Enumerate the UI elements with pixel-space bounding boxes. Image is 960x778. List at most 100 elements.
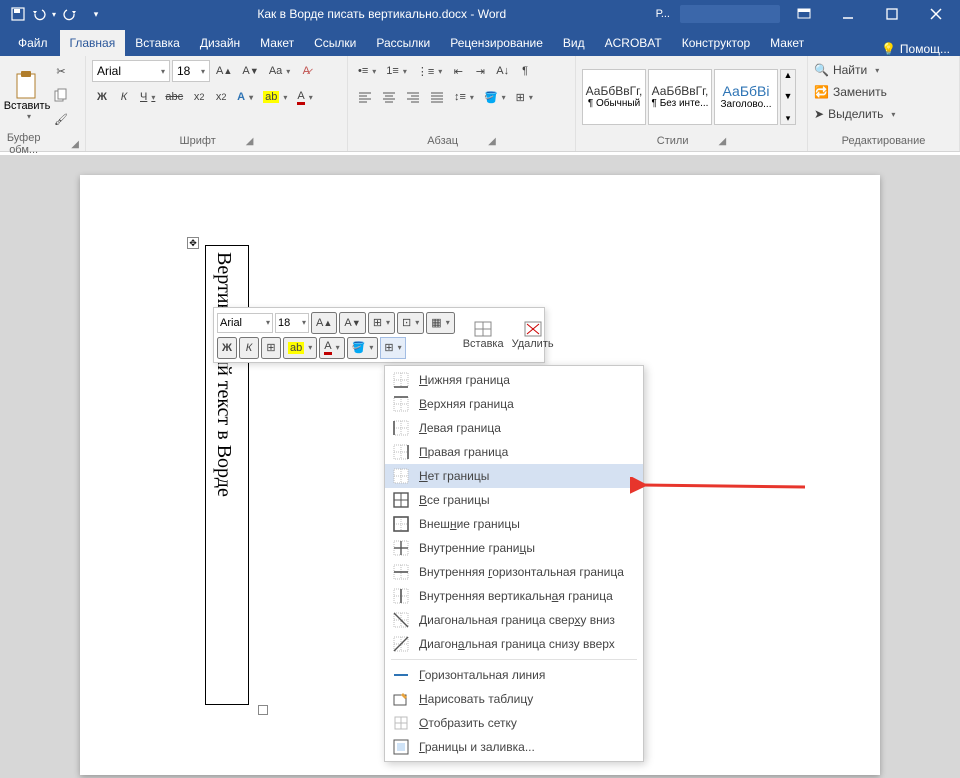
minimize-button[interactable] [828, 0, 868, 28]
highlight-button[interactable]: ab▾ [259, 86, 291, 108]
undo-button[interactable]: ▾ [32, 2, 56, 26]
shading-button[interactable]: 🪣▾ [480, 86, 510, 108]
mini-bold[interactable]: Ж [217, 337, 237, 359]
styles-gallery-scroll[interactable]: ▲▼▾ [780, 69, 796, 125]
grow-font-button[interactable]: A▲ [212, 60, 236, 82]
mini-styles[interactable]: ▦▾ [426, 312, 454, 334]
redo-button[interactable] [58, 2, 82, 26]
tab-рецензирование[interactable]: Рецензирование [440, 30, 553, 56]
clipboard-dialog-launcher[interactable]: ◢ [71, 139, 79, 150]
clear-format-button[interactable]: A̷ [296, 60, 316, 82]
save-button[interactable] [6, 2, 30, 26]
mini-size-combo[interactable]: 18▾ [275, 313, 309, 333]
subscript-button[interactable]: x2 [189, 86, 209, 108]
border-menu-all[interactable]: Все границы [385, 488, 643, 512]
maximize-button[interactable] [872, 0, 912, 28]
text-effects-button[interactable]: A▾ [233, 86, 257, 108]
font-color-button[interactable]: A▾ [293, 86, 316, 108]
copy-button[interactable] [50, 84, 72, 106]
mini-cell-align[interactable]: ⊞▾ [368, 312, 395, 334]
mini-insert[interactable]: Вставка [459, 311, 508, 359]
tab-вид[interactable]: Вид [553, 30, 595, 56]
style-normal[interactable]: АаБбВвГг,¶ Обычный [582, 69, 646, 125]
borders-button[interactable]: ⊞▾ [512, 86, 537, 108]
tab-макет[interactable]: Макет [250, 30, 304, 56]
border-menu-dialog[interactable]: Границы и заливка... [385, 735, 643, 759]
align-right-button[interactable] [402, 86, 424, 108]
border-menu-grid[interactable]: Отобразить сетку [385, 711, 643, 735]
border-menu-hline[interactable]: Горизонтальная линия [385, 663, 643, 687]
border-menu-draw[interactable]: Нарисовать таблицу [385, 687, 643, 711]
border-menu-diagDown[interactable]: Диагональная граница сверху вниз [385, 608, 643, 632]
font-dialog-launcher[interactable]: ◢ [246, 136, 254, 147]
justify-button[interactable] [426, 86, 448, 108]
font-size-combo[interactable]: 18▾ [172, 60, 210, 82]
format-painter-button[interactable]: 🖌 [50, 108, 72, 130]
align-left-button[interactable] [354, 86, 376, 108]
increase-indent-button[interactable]: ⇥ [470, 60, 490, 82]
find-button[interactable]: 🔍Найти▾ [814, 60, 879, 80]
change-case-button[interactable]: Aa▾ [265, 60, 294, 82]
style-heading1[interactable]: АаБбВіЗаголово... [714, 69, 778, 125]
tab-ссылки[interactable]: Ссылки [304, 30, 366, 56]
tab-вставка[interactable]: Вставка [125, 30, 190, 56]
qat-customize[interactable]: ▾ [84, 2, 108, 26]
tell-me[interactable]: 💡 Помощ... [871, 42, 960, 56]
border-menu-right[interactable]: Правая граница [385, 440, 643, 464]
mini-italic[interactable]: К [239, 337, 259, 359]
border-menu-none[interactable]: Нет границы [385, 464, 643, 488]
shrink-font-button[interactable]: A▼ [238, 60, 262, 82]
close-button[interactable] [916, 0, 956, 28]
multilevel-button[interactable]: ⋮≡▾ [413, 60, 446, 82]
paragraph-dialog-launcher[interactable]: ◢ [488, 136, 496, 147]
mini-borders[interactable]: ⊞▾ [380, 337, 405, 359]
file-tab[interactable]: Файл [6, 30, 60, 56]
mini-cell-margins[interactable]: ⊞ [261, 337, 281, 359]
border-menu-inner[interactable]: Внутренние границы [385, 536, 643, 560]
tab-макет[interactable]: Макет [760, 30, 814, 56]
border-menu-diagUp[interactable]: Диагональная граница снизу вверх [385, 632, 643, 656]
sort-button[interactable]: A↓ [492, 60, 513, 82]
table-resize-handle[interactable] [258, 705, 268, 715]
underline-button[interactable]: Ч▾ [136, 86, 159, 108]
mini-shading[interactable]: 🪣▾ [347, 337, 379, 359]
line-spacing-button[interactable]: ↕≡▾ [450, 86, 478, 108]
italic-button[interactable]: К [114, 86, 134, 108]
border-menu-innerH[interactable]: Внутренняя горизонтальная граница [385, 560, 643, 584]
border-menu-innerV[interactable]: Внутренняя вертикальная граница [385, 584, 643, 608]
align-center-button[interactable] [378, 86, 400, 108]
mini-font-color[interactable]: A▾ [319, 337, 344, 359]
mini-grow-font[interactable]: A▲ [311, 312, 337, 334]
mini-highlight[interactable]: ab▾ [283, 337, 317, 359]
tab-рассылки[interactable]: Рассылки [366, 30, 440, 56]
bullets-button[interactable]: •≡▾ [354, 60, 380, 82]
table-move-handle[interactable]: ✥ [187, 237, 199, 249]
border-menu-bottom[interactable]: Нижняя граница [385, 368, 643, 392]
tab-конструктор[interactable]: Конструктор [672, 30, 760, 56]
tab-acrobat[interactable]: ACROBAT [595, 30, 672, 56]
mini-font-combo[interactable]: Arial▾ [217, 313, 273, 333]
mini-autofit[interactable]: ⊡▾ [397, 312, 424, 334]
tab-главная[interactable]: Главная [60, 30, 126, 56]
border-icon-outer [393, 516, 409, 532]
border-menu-top[interactable]: Верхняя граница [385, 392, 643, 416]
styles-dialog-launcher[interactable]: ◢ [719, 136, 727, 147]
strike-button[interactable]: abc [161, 86, 187, 108]
border-menu-outer[interactable]: Внешние границы [385, 512, 643, 536]
font-name-combo[interactable]: Arial▾ [92, 60, 170, 82]
numbering-button[interactable]: 1≡▾ [382, 60, 411, 82]
decrease-indent-button[interactable]: ⇤ [448, 60, 468, 82]
select-button[interactable]: ➤Выделить▾ [814, 104, 895, 124]
border-menu-left[interactable]: Левая граница [385, 416, 643, 440]
tab-дизайн[interactable]: Дизайн [190, 30, 250, 56]
replace-button[interactable]: 🔁Заменить [814, 82, 887, 102]
superscript-button[interactable]: x2 [211, 86, 231, 108]
mini-delete[interactable]: Удалить [508, 311, 558, 359]
cut-button[interactable]: ✂ [51, 60, 71, 82]
ribbon-display-button[interactable] [784, 0, 824, 28]
show-marks-button[interactable]: ¶ [515, 60, 535, 82]
bold-button[interactable]: Ж [92, 86, 112, 108]
mini-shrink-font[interactable]: A▼ [339, 312, 365, 334]
paste-button[interactable]: Вставить ▾ [6, 65, 48, 125]
style-nospacing[interactable]: АаБбВвГг,¶ Без инте... [648, 69, 712, 125]
